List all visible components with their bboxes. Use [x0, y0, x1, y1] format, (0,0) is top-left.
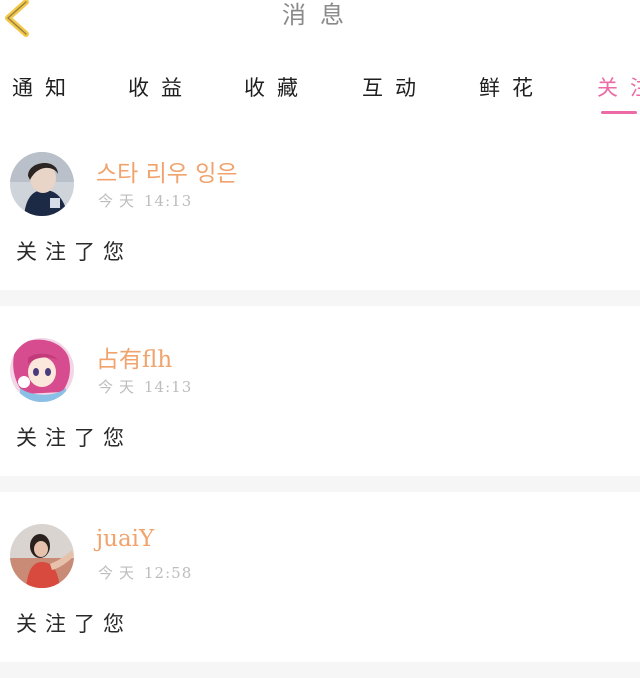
timestamp: 今天 14:13 — [98, 190, 192, 211]
username[interactable]: 스타 리우 잉은 — [96, 154, 238, 188]
timestamp-day: 今天 — [98, 378, 141, 396]
tab-bar: 通知 收益 收藏 互动 鲜花 关注 — [0, 58, 640, 120]
timestamp: 今天 12:58 — [98, 562, 192, 583]
message-text: 关注了您 — [16, 612, 132, 636]
divider — [0, 290, 640, 306]
list-item[interactable]: 占有flh 今天 14:13 关注了您 — [0, 306, 640, 476]
message-text: 关注了您 — [16, 240, 132, 264]
avatar[interactable] — [10, 524, 74, 588]
avatar[interactable] — [10, 152, 74, 216]
message-text: 关注了您 — [16, 426, 132, 450]
timestamp-time: 14:13 — [144, 192, 193, 210]
tab-earnings[interactable]: 收益 — [128, 68, 194, 108]
timestamp-time: 12:58 — [144, 564, 193, 582]
tab-interaction[interactable]: 互动 — [362, 68, 428, 108]
tab-notify[interactable]: 通知 — [12, 68, 78, 108]
timestamp: 今天 14:13 — [98, 376, 192, 397]
avatar[interactable] — [10, 338, 74, 402]
timestamp-time: 14:13 — [144, 378, 193, 396]
timestamp-day: 今天 — [98, 192, 141, 210]
tab-flowers[interactable]: 鲜花 — [479, 68, 545, 108]
divider — [0, 662, 640, 678]
divider — [0, 476, 640, 492]
username[interactable]: juaiY — [96, 526, 154, 552]
top-bar: 消息 — [0, 0, 640, 59]
active-tab-indicator — [601, 111, 637, 114]
tab-favorites[interactable]: 收藏 — [244, 68, 310, 108]
notification-list: 스타 리우 잉은 今天 14:13 关注了您 占有flh 今天 14:13 关注了您 — [0, 120, 640, 678]
username[interactable]: 占有flh — [96, 340, 172, 374]
tab-following[interactable]: 关注 — [597, 68, 640, 108]
page-title: 消息 — [282, 1, 358, 29]
list-item[interactable]: juaiY 今天 12:58 关注了您 — [0, 492, 640, 662]
timestamp-day: 今天 — [98, 564, 141, 582]
list-item[interactable]: 스타 리우 잉은 今天 14:13 关注了您 — [0, 120, 640, 290]
